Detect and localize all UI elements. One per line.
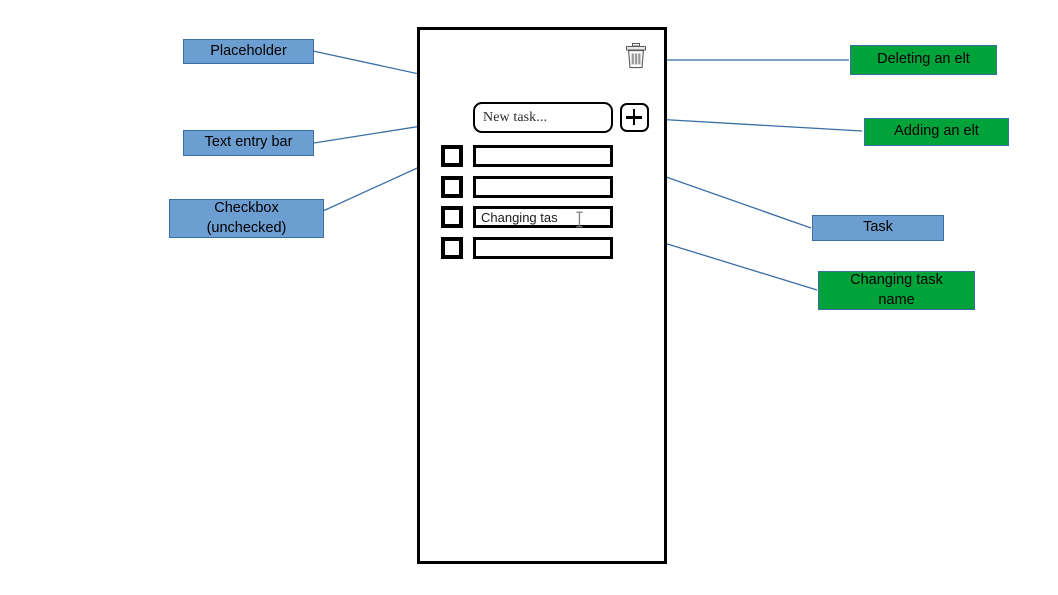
annotation-changing-label-line1: Changing task <box>850 271 943 288</box>
annotation-task: Task <box>812 215 944 241</box>
plus-icon-vertical <box>632 109 636 125</box>
annotation-changing-label-line2: name <box>878 291 915 308</box>
task-checkbox[interactable] <box>441 237 463 259</box>
annotation-task-label: Task <box>863 219 893 236</box>
task-field[interactable] <box>473 145 613 167</box>
task-checkbox[interactable] <box>441 176 463 198</box>
diagram-canvas: New task... Changing tas Placeholder Tex… <box>0 0 1058 595</box>
annotation-deleting-an-elt: Deleting an elt <box>850 45 997 75</box>
trash-icon[interactable] <box>625 43 647 69</box>
connector-adding <box>652 114 863 132</box>
new-task-input[interactable]: New task... <box>473 102 613 133</box>
annotation-checkbox-label-line2: (unchecked) <box>206 219 287 236</box>
task-field[interactable] <box>473 237 613 259</box>
annotation-checkbox-label-line1: Checkbox <box>214 199 279 216</box>
i-beam-cursor-icon <box>576 211 583 228</box>
annotation-checkbox: Checkbox (unchecked) <box>169 199 324 238</box>
annotation-adding-an-elt: Adding an elt <box>864 118 1009 146</box>
task-label: Changing tas <box>481 209 558 225</box>
annotation-text-entry-bar: Text entry bar <box>183 130 314 156</box>
add-task-button[interactable] <box>620 103 649 132</box>
annotation-deleting-label: Deleting an elt <box>877 51 970 68</box>
annotation-changing-task-name: Changing task name <box>818 271 975 310</box>
task-field[interactable] <box>473 176 613 198</box>
task-checkbox[interactable] <box>441 206 463 228</box>
new-task-placeholder: New task... <box>483 109 548 125</box>
annotation-text-entry-bar-label: Text entry bar <box>204 134 293 151</box>
task-checkbox[interactable] <box>441 145 463 167</box>
annotation-placeholder-label: Placeholder <box>210 42 287 59</box>
task-field-editing[interactable]: Changing tas <box>473 206 613 228</box>
annotation-placeholder: Placeholder <box>183 39 314 64</box>
annotation-adding-label: Adding an elt <box>894 123 979 140</box>
